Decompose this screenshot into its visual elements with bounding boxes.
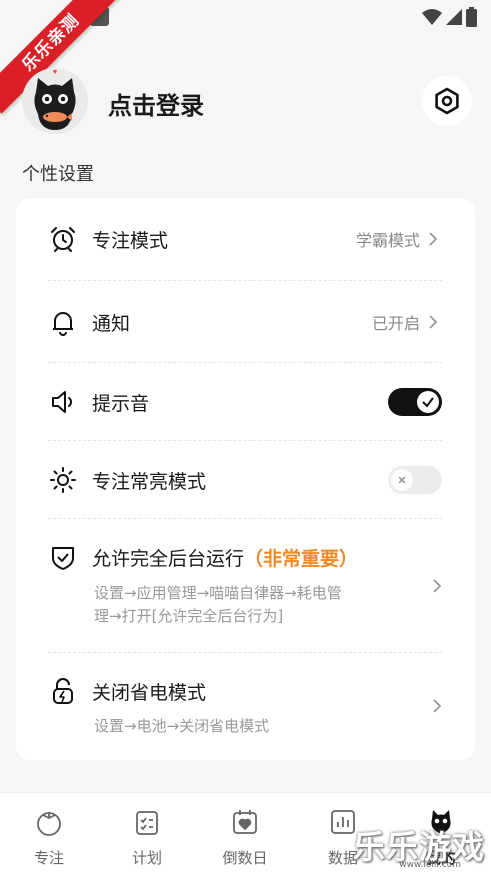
setting-row-notification[interactable]: 通知 已开启 — [48, 307, 442, 337]
setting-label: 关闭省电模式 — [92, 681, 207, 704]
x-icon — [398, 476, 406, 484]
chevron-right-icon — [429, 232, 438, 246]
setting-label: 通知 — [92, 312, 131, 335]
setting-row-power-saving[interactable]: 关闭省电模式 — [48, 676, 442, 706]
profile-header: 点击登录 — [22, 68, 472, 136]
alarm-clock-icon — [48, 224, 78, 254]
setting-row-focus-mode[interactable]: 专注模式 学霸模式 — [48, 224, 442, 254]
setting-row-background[interactable]: 允许完全后台运行（非常重要） — [48, 542, 442, 572]
divider — [48, 440, 442, 441]
tab-plan[interactable]: 计划 — [107, 807, 187, 868]
setting-row-sound: 提示音 — [48, 387, 442, 417]
sound-toggle[interactable] — [388, 388, 442, 416]
checklist-icon — [136, 811, 158, 835]
avatar[interactable] — [22, 68, 88, 134]
setting-value: 学霸模式 — [355, 231, 420, 250]
divider — [48, 362, 442, 363]
cat-avatar-icon — [34, 69, 76, 130]
background-hint: 设置→应用管理→喵喵自律器→耗电管 理→打开[允许完全后台行为] — [94, 584, 342, 625]
section-title-personal: 个性设置 — [22, 164, 94, 185]
bell-icon — [48, 307, 78, 337]
toggle-knob — [417, 391, 439, 413]
divider — [48, 518, 442, 519]
wifi-icon — [422, 9, 442, 25]
tab-label: 计划 — [131, 849, 162, 867]
divider — [48, 280, 442, 281]
setting-label: 专注模式 — [92, 229, 169, 252]
setting-value: 已开启 — [371, 314, 420, 333]
divider — [48, 652, 442, 653]
status-icons — [422, 7, 477, 27]
watermark-url: www.lolll.com — [399, 860, 461, 870]
important-note: （非常重要） — [244, 547, 359, 570]
tab-countdown[interactable]: 倒数日 — [205, 807, 285, 868]
chevron-right-icon — [433, 699, 442, 713]
tomato-icon — [37, 812, 61, 836]
checkmark-icon — [422, 397, 434, 408]
setting-label: 允许完全后台运行（非常重要） — [92, 547, 359, 570]
login-link[interactable]: 点击登录 — [108, 86, 204, 121]
battery-lock-icon — [48, 676, 78, 706]
setting-label: 提示音 — [92, 392, 150, 415]
signal-icon — [446, 9, 462, 25]
battery-icon — [466, 7, 477, 27]
toggle-knob — [391, 469, 413, 491]
sun-icon — [48, 465, 78, 495]
gear-icon — [435, 87, 459, 115]
setting-label: 专注常亮模式 — [92, 470, 207, 493]
chevron-right-icon — [429, 315, 438, 329]
calendar-heart-icon — [233, 810, 257, 834]
shield-check-icon — [48, 542, 78, 572]
tab-label: 专注 — [33, 849, 64, 867]
tab-focus[interactable]: 专注 — [9, 807, 89, 868]
speaker-icon — [48, 387, 78, 417]
settings-button[interactable] — [422, 76, 472, 126]
always-on-toggle[interactable] — [388, 466, 442, 494]
tab-label: 倒数日 — [222, 849, 268, 867]
power-saving-hint: 设置→电池→关闭省电模式 — [94, 717, 270, 735]
settings-card: 专注模式 学霸模式 通知 已开启 提示音 专注常亮模式 允许完全后台运行（非常重… — [16, 198, 475, 760]
chevron-right-icon — [433, 579, 442, 593]
setting-row-always-on: 专注常亮模式 — [48, 465, 442, 495]
